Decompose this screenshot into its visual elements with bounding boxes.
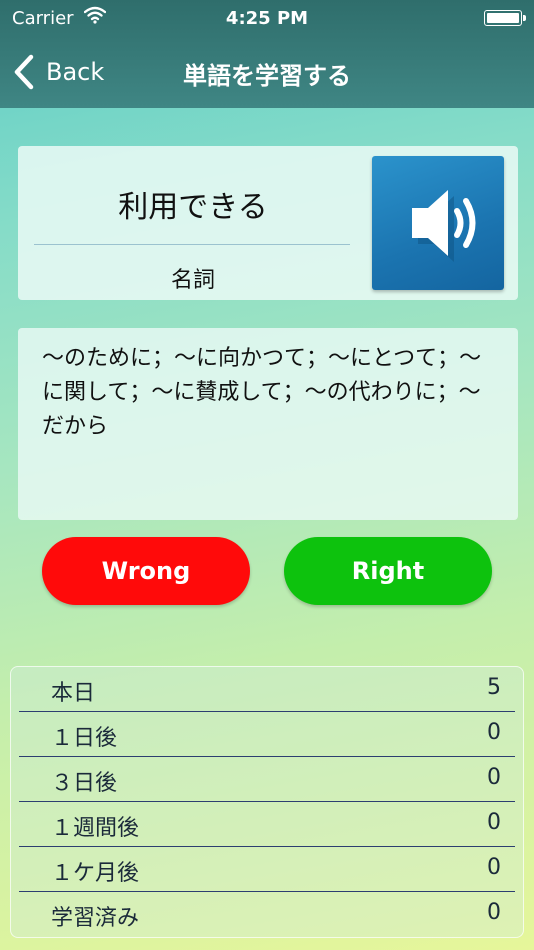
definition-card: ～のために；～に向かつて；～にとつて；～に関して；～に賛成して；～の代わりに；～…: [18, 328, 518, 520]
status-time: 4:25 PM: [225, 8, 309, 29]
stat-label: 本日: [51, 681, 96, 706]
stat-row-learned: 学習済み 0: [19, 892, 515, 937]
play-audio-button[interactable]: [372, 156, 504, 290]
speaker-volume-icon: [412, 190, 476, 262]
stat-count: 0: [487, 810, 501, 835]
stat-label: １週間後: [51, 816, 140, 841]
stat-label: 学習済み: [51, 906, 140, 931]
divider: [34, 244, 350, 245]
status-bar: Carrier 4:25 PM: [0, 0, 534, 38]
page-title: 単語を学習する: [183, 62, 351, 90]
stat-count: 0: [487, 720, 501, 745]
review-schedule-table: 本日 5 １日後 0 ３日後 0 １週間後 0 １ケ月後 0 学習済み 0: [10, 666, 524, 938]
right-button[interactable]: Right: [284, 537, 492, 605]
stat-count: 5: [487, 675, 501, 700]
stat-row-today: 本日 5: [19, 667, 515, 712]
wrong-button[interactable]: Wrong: [42, 537, 250, 605]
stat-row-1-month: １ケ月後 0: [19, 847, 515, 892]
stat-row-1-day: １日後 0: [19, 712, 515, 757]
stat-count: 0: [487, 900, 501, 925]
stat-label: １日後: [51, 726, 118, 751]
stat-label: １ケ月後: [51, 861, 140, 886]
vocabulary-word: 利用できる: [118, 190, 268, 225]
stat-row-3-days: ３日後 0: [19, 757, 515, 802]
battery-icon: [484, 10, 526, 26]
stat-count: 0: [487, 855, 501, 880]
stat-count: 0: [487, 765, 501, 790]
part-of-speech: 名詞: [170, 268, 215, 293]
stat-label: ３日後: [51, 771, 118, 796]
word-card: 利用できる 名詞: [18, 146, 518, 300]
stat-row-1-week: １週間後 0: [19, 802, 515, 847]
navigation-bar: Carrier 4:25 PM Back 単語を学習する: [0, 0, 534, 108]
definition-text: ～のために；～に向かつて；～にとつて；～に関して；～に賛成して；～の代わりに；～…: [42, 346, 482, 439]
